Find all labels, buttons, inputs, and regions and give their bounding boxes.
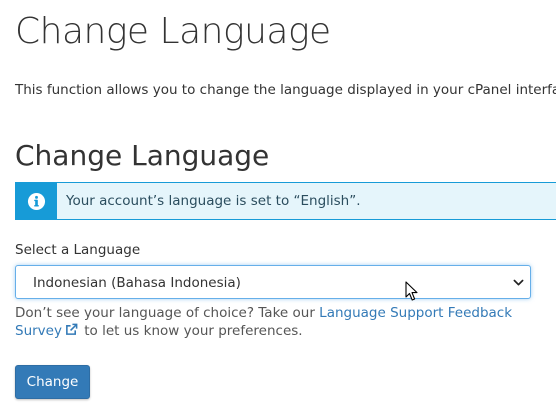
language-select[interactable]: Indonesian (Bahasa Indonesia) bbox=[15, 265, 531, 299]
help-line-1: Don’t see your language of choice? Take … bbox=[15, 304, 545, 322]
feedback-survey-link-text: Survey bbox=[15, 323, 62, 339]
section-title: Change Language bbox=[15, 139, 270, 172]
external-link-icon bbox=[66, 323, 78, 335]
feedback-survey-link[interactable]: Language Support Feedback bbox=[319, 305, 512, 321]
change-language-page: Change Language This function allows you… bbox=[0, 0, 556, 417]
help-line-2: Survey to let us know your preferences. bbox=[15, 322, 545, 340]
language-info-alert: Your account’s language is set to “Engli… bbox=[15, 182, 556, 220]
help-text-after: to let us know your preferences. bbox=[79, 323, 303, 339]
change-button[interactable]: Change bbox=[15, 365, 90, 399]
page-description: This function allows you to change the l… bbox=[15, 82, 556, 98]
page-title: Change Language bbox=[15, 11, 331, 52]
feedback-survey-link-continued[interactable]: Survey bbox=[15, 323, 80, 339]
language-select-label: Select a Language bbox=[15, 242, 141, 258]
alert-message: Your account’s language is set to “Engli… bbox=[66, 193, 361, 209]
alert-icon-box bbox=[16, 183, 57, 219]
mouse-cursor-icon bbox=[405, 281, 418, 301]
help-text-before: Don’t see your language of choice? Take … bbox=[15, 305, 320, 321]
chevron-down-icon bbox=[513, 279, 524, 286]
selected-language: Indonesian (Bahasa Indonesia) bbox=[33, 275, 241, 291]
info-icon bbox=[27, 192, 46, 211]
language-help-text: Don’t see your language of choice? Take … bbox=[15, 304, 545, 340]
